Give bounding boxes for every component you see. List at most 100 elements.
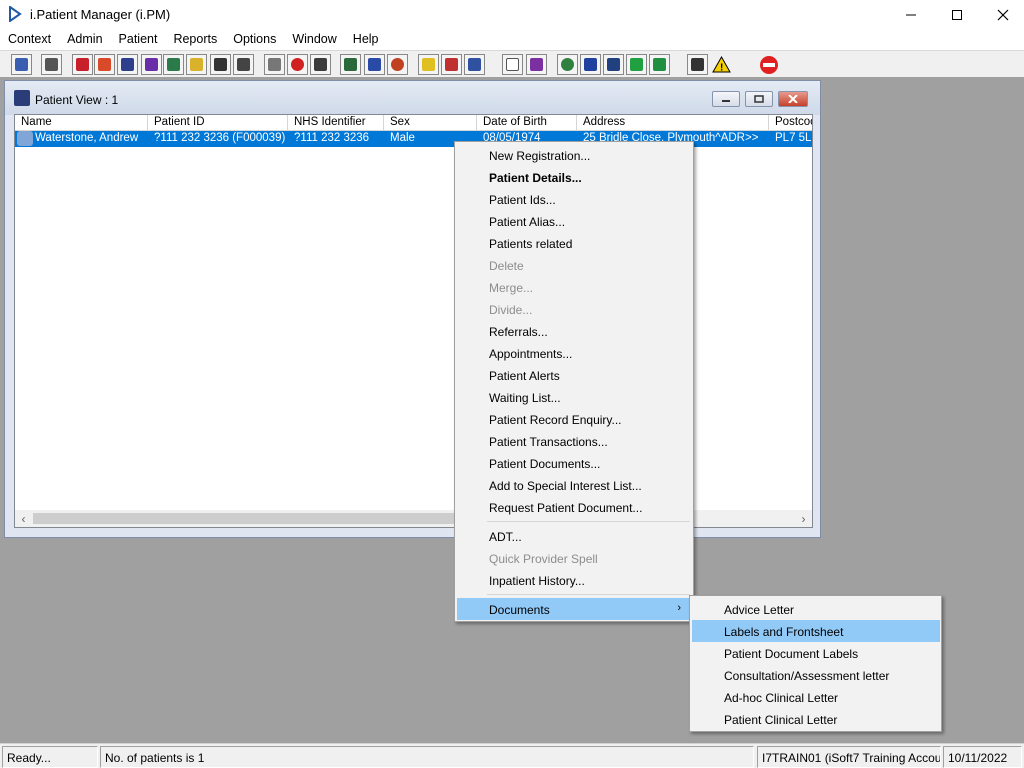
doctor-icon	[167, 58, 180, 71]
toolbar-notes-button[interactable]	[186, 54, 207, 75]
toolbar-exit-button[interactable]	[758, 54, 779, 75]
menu-item-waiting-list[interactable]: Waiting List...	[457, 386, 691, 408]
submenu-item-advice-letter[interactable]: Advice Letter	[692, 598, 940, 620]
column-dob[interactable]: Date of Birth	[477, 115, 577, 131]
submenu-item-consultation-letter[interactable]: Consultation/Assessment letter	[692, 664, 940, 686]
cell-nhs-identifier: ?111 232 3236	[294, 132, 370, 144]
toolbar-book-button[interactable]	[72, 54, 93, 75]
close-button[interactable]	[980, 0, 1024, 30]
checklist-icon	[584, 58, 597, 71]
toolbar-search-doc-button[interactable]	[264, 54, 285, 75]
child-close-button[interactable]	[778, 91, 808, 107]
toolbar-clipboard-button[interactable]	[94, 54, 115, 75]
toolbar-document-button[interactable]	[502, 54, 523, 75]
menu-context[interactable]: Context	[0, 30, 59, 50]
toolbar-chart-button[interactable]	[526, 54, 547, 75]
toolbar-globe-button[interactable]	[557, 54, 578, 75]
menu-item-new-registration[interactable]: New Registration...	[457, 144, 691, 166]
menu-help[interactable]: Help	[345, 30, 387, 50]
menu-item-patient-ids[interactable]: Patient Ids...	[457, 188, 691, 210]
toolbar-patient-button[interactable]	[11, 54, 32, 75]
calendar-doc-icon	[344, 58, 357, 71]
toolbar-doctor-button[interactable]	[163, 54, 184, 75]
menu-item-patient-record-enquiry[interactable]: Patient Record Enquiry...	[457, 408, 691, 430]
toolbar-m-button[interactable]	[141, 54, 162, 75]
toolbar-clock-button[interactable]	[287, 54, 308, 75]
maximize-icon	[952, 10, 962, 20]
menu-separator	[487, 594, 690, 595]
status-text: Ready...	[2, 746, 98, 768]
submenu-item-patient-document-labels[interactable]: Patient Document Labels	[692, 642, 940, 664]
toolbar-download-button[interactable]	[626, 54, 647, 75]
column-postcode[interactable]: Postcoc	[769, 115, 812, 131]
submenu-arrow-icon: ›	[677, 602, 681, 614]
scroll-left-icon[interactable]: ‹	[15, 510, 32, 527]
menu-item-documents[interactable]: Documents ›	[457, 598, 691, 620]
toolbar-checklist-button[interactable]	[580, 54, 601, 75]
menu-window[interactable]: Window	[284, 30, 344, 50]
menu-item-patient-transactions[interactable]: Patient Transactions...	[457, 430, 691, 452]
menu-item-patient-details[interactable]: Patient Details...	[457, 166, 691, 188]
toolbar: !	[0, 50, 1024, 78]
column-patient-id[interactable]: Patient ID	[148, 115, 288, 131]
toolbar-bed-button[interactable]	[441, 54, 462, 75]
minimize-icon	[906, 14, 916, 16]
column-nhs-identifier[interactable]: NHS Identifier	[288, 115, 384, 131]
toolbar-pie-button[interactable]	[387, 54, 408, 75]
patient-view-titlebar[interactable]: Patient View : 1	[5, 81, 820, 115]
status-bar: Ready... No. of patients is 1 I7TRAIN01 …	[0, 743, 1024, 768]
toolbar-calendar-button[interactable]	[340, 54, 361, 75]
menu-patient[interactable]: Patient	[111, 30, 166, 50]
download-icon	[630, 58, 643, 71]
bar-chart-icon	[530, 58, 543, 71]
toolbar-screen-button[interactable]	[310, 54, 331, 75]
minimize-icon	[722, 100, 730, 102]
green-check-icon	[653, 58, 666, 71]
status-patient-count: No. of patients is 1	[100, 746, 754, 768]
patient-view-window: Patient View : 1 Name Patient ID NHS Ide…	[4, 80, 821, 538]
menu-separator	[487, 521, 690, 522]
toolbar-swap-button[interactable]	[687, 54, 708, 75]
toolbar-notepad-button[interactable]	[418, 54, 439, 75]
menu-options[interactable]: Options	[225, 30, 284, 50]
menu-item-appointments[interactable]: Appointments...	[457, 342, 691, 364]
column-address[interactable]: Address	[577, 115, 769, 131]
column-sex[interactable]: Sex	[384, 115, 477, 131]
toolbar-transfer-button[interactable]	[233, 54, 254, 75]
child-maximize-button[interactable]	[745, 91, 773, 107]
toolbar-user-list-button[interactable]	[464, 54, 485, 75]
menu-item-inpatient-history[interactable]: Inpatient History...	[457, 569, 691, 591]
menu-item-request-patient-document[interactable]: Request Patient Document...	[457, 496, 691, 518]
toolbar-warning-button[interactable]: !	[711, 54, 732, 75]
notepad-icon	[422, 58, 435, 71]
check-form-icon	[607, 58, 620, 71]
toolbar-list-button[interactable]	[117, 54, 138, 75]
menu-item-patient-documents[interactable]: Patient Documents...	[457, 452, 691, 474]
m-letter-icon	[145, 58, 158, 71]
printer-icon	[45, 58, 58, 71]
menu-reports[interactable]: Reports	[165, 30, 225, 50]
menu-item-patient-alerts[interactable]: Patient Alerts	[457, 364, 691, 386]
globe-icon	[561, 58, 574, 71]
scroll-thumb[interactable]	[33, 513, 463, 524]
menu-item-adt[interactable]: ADT...	[457, 525, 691, 547]
menu-item-referrals[interactable]: Referrals...	[457, 320, 691, 342]
toolbar-referral-button[interactable]	[364, 54, 385, 75]
menu-item-patients-related[interactable]: Patients related	[457, 232, 691, 254]
maximize-button[interactable]	[934, 0, 980, 30]
toolbar-trolley-button[interactable]	[210, 54, 231, 75]
toolbar-green-check-button[interactable]	[649, 54, 670, 75]
menu-admin[interactable]: Admin	[59, 30, 110, 50]
submenu-item-patient-clinical-letter[interactable]: Patient Clinical Letter	[692, 708, 940, 730]
child-minimize-button[interactable]	[712, 91, 740, 107]
submenu-item-adhoc-clinical-letter[interactable]: Ad-hoc Clinical Letter	[692, 686, 940, 708]
menu-item-patient-alias[interactable]: Patient Alias...	[457, 210, 691, 232]
submenu-item-labels-frontsheet[interactable]: Labels and Frontsheet	[692, 620, 940, 642]
column-name[interactable]: Name	[15, 115, 148, 131]
minimize-button[interactable]	[888, 0, 934, 30]
toolbar-print-button[interactable]	[41, 54, 62, 75]
scroll-right-icon[interactable]: ›	[795, 510, 812, 527]
menu-item-add-special-interest[interactable]: Add to Special Interest List...	[457, 474, 691, 496]
close-icon	[788, 95, 798, 103]
toolbar-check-form-button[interactable]	[603, 54, 624, 75]
